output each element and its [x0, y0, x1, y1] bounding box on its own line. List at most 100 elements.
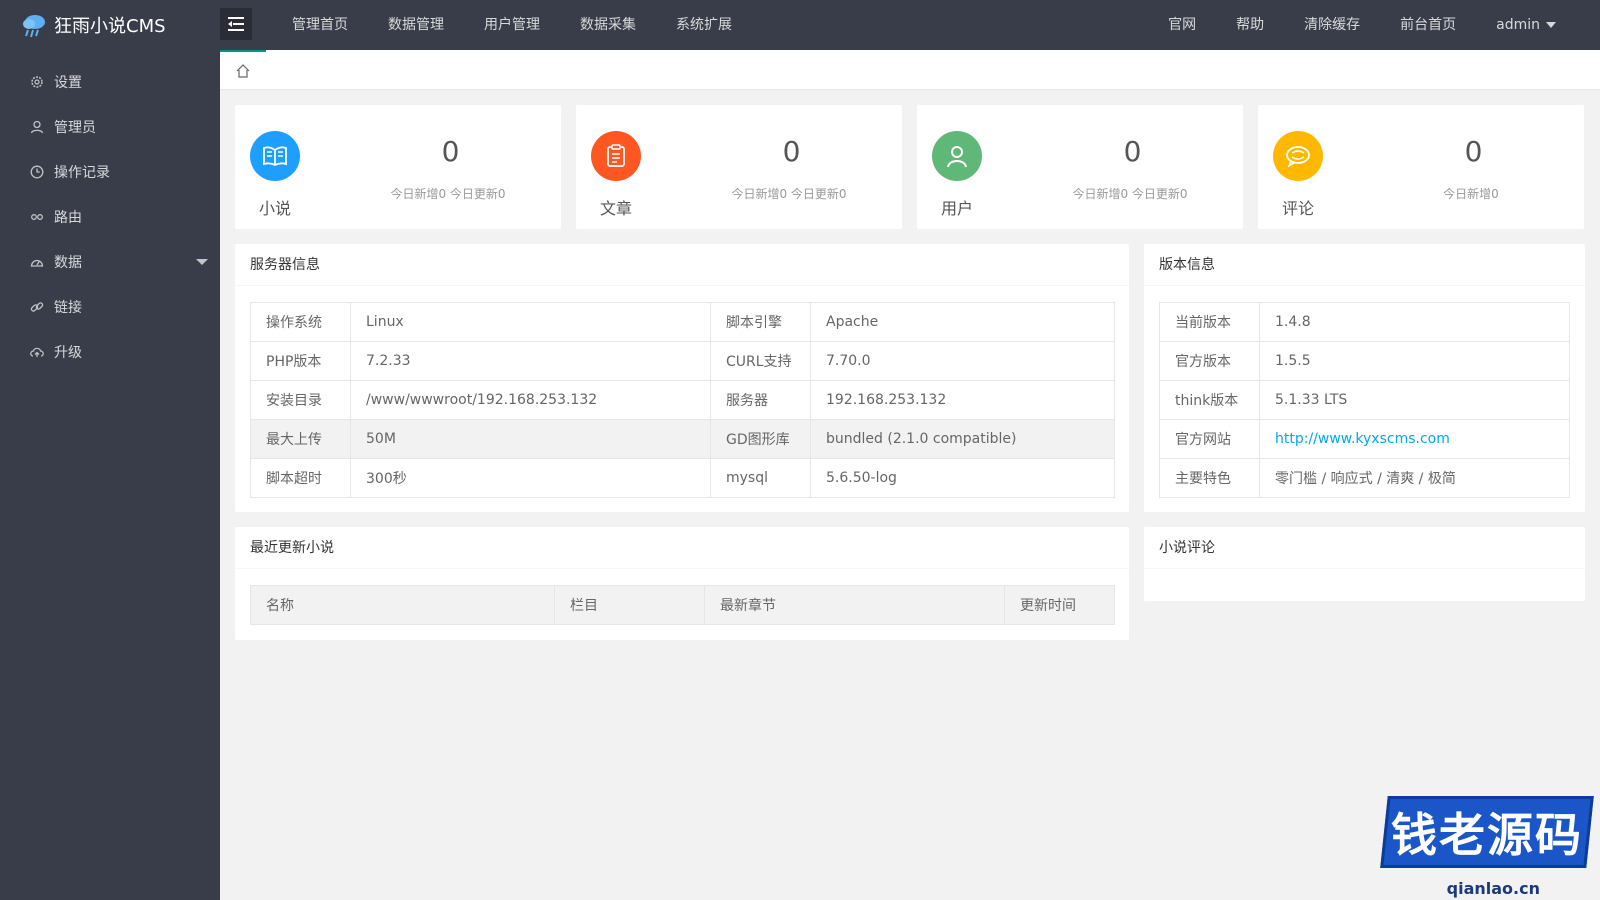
- nav-clear-cache[interactable]: 清除缓存: [1284, 0, 1380, 50]
- table-cell-label: 官方版本: [1159, 341, 1260, 381]
- top-nav-right: 官网 帮助 清除缓存 前台首页 admin: [1148, 0, 1576, 50]
- sidebar-item-data[interactable]: 数据: [0, 239, 220, 284]
- table-row: 最大上传 50M GD图形库 bundled (2.1.0 compatible…: [250, 419, 1115, 459]
- link-icon: [30, 300, 44, 314]
- table-cell-label: PHP版本: [250, 341, 351, 381]
- user-menu[interactable]: admin: [1476, 0, 1576, 50]
- cloud-rain-icon: [23, 15, 45, 38]
- table-cell-label: think版本: [1159, 380, 1260, 420]
- book-icon: [250, 131, 300, 181]
- stat-subtext: 今日新增0: [1443, 187, 1499, 201]
- sidebar-item-label: 链接: [54, 299, 82, 316]
- table-cell-value: Linux: [350, 302, 711, 342]
- sidebar-item-links[interactable]: 链接: [0, 284, 220, 329]
- table-header-latest-chapter: 最新章节: [704, 585, 1005, 625]
- stat-card-users[interactable]: 用户 0 今日新增0 今日更新0: [917, 105, 1243, 229]
- sidebar-toggle-button[interactable]: [220, 8, 252, 40]
- stat-label: 用户: [940, 199, 973, 218]
- table-header-row: 名称 栏目 最新章节 更新时间: [250, 585, 1115, 625]
- nav-help[interactable]: 帮助: [1216, 0, 1284, 50]
- sidebar-item-admins[interactable]: 管理员: [0, 104, 220, 149]
- table-cell-value: Apache: [810, 302, 1115, 342]
- sidebar-item-route[interactable]: 路由: [0, 194, 220, 239]
- panel-title: 服务器信息: [235, 244, 1129, 286]
- table-cell-value: 7.2.33: [350, 341, 711, 381]
- upgrade-icon: [30, 345, 44, 359]
- table-cell-label: 官方网站: [1159, 419, 1260, 459]
- panel-title: 版本信息: [1144, 244, 1585, 286]
- table-cell-label: 操作系统: [250, 302, 351, 342]
- nav-system-extension[interactable]: 系统扩展: [656, 0, 752, 50]
- table-cell-label: mysql: [710, 458, 811, 498]
- table-cell-value: 1.5.5: [1259, 341, 1570, 381]
- watermark-text: 钱老源码: [1391, 808, 1583, 862]
- sidebar-item-upgrade[interactable]: 升级: [0, 329, 220, 374]
- stat-label: 评论: [1281, 199, 1314, 218]
- table-header-category: 栏目: [554, 585, 705, 625]
- table-row: 安装目录 /www/wwwroot/192.168.253.132 服务器 19…: [250, 380, 1115, 420]
- stat-label: 文章: [599, 199, 632, 218]
- table-row: 脚本超时 300秒 mysql 5.6.50-log: [250, 458, 1115, 498]
- sidebar-item-label: 数据: [54, 254, 82, 271]
- table-cell-value: 192.168.253.132: [810, 380, 1115, 420]
- stat-count: 0: [1123, 135, 1142, 168]
- nav-dashboard[interactable]: 管理首页: [272, 0, 368, 50]
- user-icon: [30, 120, 44, 134]
- app-logo[interactable]: 狂雨小说CMS: [20, 0, 166, 50]
- stat-count: 0: [441, 135, 460, 168]
- clock-icon: [30, 165, 44, 179]
- stat-card-novels[interactable]: 小说 0 今日新增0 今日更新0: [235, 105, 561, 229]
- stat-count: 0: [1464, 135, 1483, 168]
- table-cell-label: 脚本引擎: [710, 302, 811, 342]
- article-icon: [591, 131, 641, 181]
- table-row: PHP版本 7.2.33 CURL支持 7.70.0: [250, 341, 1115, 381]
- table-cell-value: 50M: [350, 419, 711, 459]
- home-icon: [236, 64, 250, 78]
- panel-title: 最近更新小说: [235, 527, 1129, 569]
- recent-novels-table: 名称 栏目 最新章节 更新时间: [250, 585, 1115, 625]
- table-row: 官方版本 1.5.5: [1159, 341, 1570, 381]
- stat-count: 0: [782, 135, 801, 168]
- table-cell-label: GD图形库: [710, 419, 811, 459]
- nav-data-management[interactable]: 数据管理: [368, 0, 464, 50]
- version-info-table: 当前版本 1.4.8 官方版本 1.5.5 think版本 5.1.33 LTS…: [1159, 302, 1570, 498]
- table-cell-value: 5.6.50-log: [810, 458, 1115, 498]
- nav-user-management[interactable]: 用户管理: [464, 0, 560, 50]
- table-cell-value: 1.4.8: [1259, 302, 1570, 342]
- nav-frontend-home[interactable]: 前台首页: [1380, 0, 1476, 50]
- table-cell-label: 最大上传: [250, 419, 351, 459]
- stat-card-articles[interactable]: 文章 0 今日新增0 今日更新0: [576, 105, 902, 229]
- stat-card-comments[interactable]: 评论 0 今日新增0: [1258, 105, 1584, 229]
- table-cell-value: 7.70.0: [810, 341, 1115, 381]
- sidebar-item-label: 管理员: [54, 119, 96, 136]
- nav-official-site[interactable]: 官网: [1148, 0, 1216, 50]
- recent-novels-panel: 最近更新小说 名称 栏目 最新章节 更新时间: [235, 527, 1129, 640]
- official-site-link[interactable]: http://www.kyxscms.com: [1275, 431, 1450, 447]
- tab-home[interactable]: [220, 50, 266, 90]
- table-cell-label: 服务器: [710, 380, 811, 420]
- caret-down-icon: [196, 259, 208, 265]
- table-header-name: 名称: [250, 585, 555, 625]
- top-nav-left: 管理首页 数据管理 用户管理 数据采集 系统扩展: [272, 0, 752, 50]
- table-cell-value: http://www.kyxscms.com: [1259, 419, 1570, 459]
- menu-fold-icon: [228, 17, 244, 31]
- table-row: think版本 5.1.33 LTS: [1159, 380, 1570, 420]
- table-row: 主要特色 零门槛 / 响应式 / 清爽 / 极简: [1159, 458, 1570, 498]
- user-icon: [932, 131, 982, 181]
- watermark-badge: 钱老源码: [1380, 796, 1594, 868]
- sidebar-item-settings[interactable]: 设置: [0, 59, 220, 104]
- novel-comments-panel: 小说评论: [1144, 527, 1585, 601]
- gear-icon: [30, 75, 44, 89]
- table-cell-label: 主要特色: [1159, 458, 1260, 498]
- table-cell-value: bundled (2.1.0 compatible): [810, 419, 1115, 459]
- comment-icon: [1273, 131, 1323, 181]
- app-title: 狂雨小说CMS: [54, 16, 166, 37]
- sidebar-item-operation-log[interactable]: 操作记录: [0, 149, 220, 194]
- version-info-panel: 版本信息 当前版本 1.4.8 官方版本 1.5.5 think版本 5.1.3…: [1144, 244, 1585, 512]
- nav-data-collection[interactable]: 数据采集: [560, 0, 656, 50]
- table-cell-value: 零门槛 / 响应式 / 清爽 / 极简: [1259, 458, 1570, 498]
- user-name: admin: [1496, 17, 1540, 33]
- server-info-table: 操作系统 Linux 脚本引擎 Apache PHP版本 7.2.33 CURL…: [250, 302, 1115, 498]
- table-row: 当前版本 1.4.8: [1159, 302, 1570, 342]
- table-row: 官方网站 http://www.kyxscms.com: [1159, 419, 1570, 459]
